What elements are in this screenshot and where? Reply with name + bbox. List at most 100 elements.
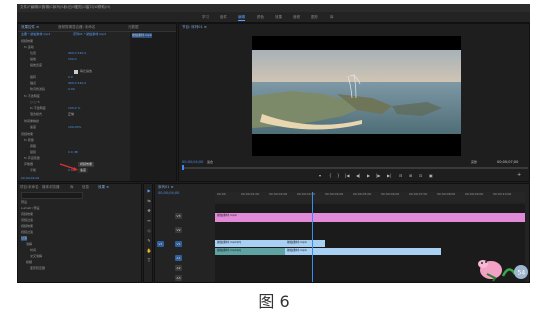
type-tool-icon[interactable]: T [145, 258, 152, 263]
source-patch-v1[interactable]: V1 [157, 241, 164, 247]
go-to-in-button[interactable]: |◀ [345, 173, 349, 178]
tab-metadata[interactable]: 元数据 [128, 25, 139, 30]
export-frame-button[interactable]: ⊡ [419, 173, 422, 178]
position-value[interactable]: 960.0 540.0 [68, 51, 86, 56]
blend-mode-value[interactable]: 正常 [68, 112, 74, 117]
effects-item[interactable]: 时间 [30, 248, 36, 253]
a1-clip-b[interactable]: 航拍素材.mp4 [285, 248, 441, 255]
effects-subfolder[interactable]: 模糊 [26, 260, 32, 265]
anchor-value[interactable]: 960.0 540.0 [68, 81, 86, 86]
go-to-out-button[interactable]: ▶| [387, 173, 391, 178]
workspace-assembly[interactable]: 组件 [220, 14, 227, 20]
effects-folder-selected[interactable]: 过渡 [21, 236, 28, 241]
play-button[interactable]: ▶ [367, 173, 370, 178]
razor-tool-icon[interactable]: ◇ [145, 228, 152, 233]
program-monitor-title[interactable]: 节目: 序列01 ≡ [182, 25, 207, 30]
track-name-v1[interactable]: V1 [175, 241, 182, 247]
tab-effect-controls[interactable]: 效果控件 ≡ [21, 25, 39, 30]
workspace-color[interactable]: 颜色 [257, 14, 264, 20]
sequence-label[interactable]: 序列01 * 航拍素材.mp4 [73, 32, 106, 37]
menu-file[interactable]: 文件(F) [20, 5, 32, 10]
bypass-label: 旁路 [30, 144, 37, 148]
tab-media-browser[interactable]: 媒体浏览器 [42, 185, 60, 190]
opacity-mask-icons: ○ □ ✎ [30, 100, 40, 104]
effects-folder[interactable]: 音频效果 [21, 212, 33, 217]
tab-effects[interactable]: 效果 ≡ [98, 185, 109, 190]
program-playhead[interactable] [182, 165, 184, 170]
step-forward-button[interactable]: |▶ [376, 173, 380, 178]
effects-search-input[interactable] [21, 192, 83, 199]
pink-clip-v3[interactable]: 航拍素材.mp4 [215, 213, 525, 222]
track-select-tool-icon[interactable]: ⇆ [145, 198, 152, 203]
rotation-value[interactable]: 0.0 [68, 75, 73, 80]
effects-folder[interactable]: Lumetri 预设 [21, 206, 40, 211]
uniform-scale-checkbox[interactable] [74, 70, 78, 74]
step-back-button[interactable]: ◀| [356, 173, 360, 178]
source-label[interactable]: 主要 * 航拍素材.mp4 [21, 32, 50, 37]
effect-dropdown[interactable]: 视频效果 [78, 162, 95, 167]
resolution-dropdown[interactable]: 完整 [471, 160, 477, 165]
timeline-timecode[interactable]: 00;00;04;00 [158, 191, 179, 196]
fit-dropdown[interactable]: 适合 [207, 160, 213, 165]
slip-tool-icon[interactable]: ↔ [145, 218, 152, 223]
selection-tool-icon[interactable]: ▶ [145, 188, 152, 193]
lift-button[interactable]: ⊟ [399, 173, 402, 178]
panner-label[interactable]: 声像器 [24, 162, 33, 167]
workspace-learn[interactable]: 学习 [202, 14, 209, 20]
timeline-panel: 序列01 ≡ 00;00;04;00 00;00 00;00;01;00 00;… [154, 183, 530, 283]
red-arrow-annotation [59, 163, 78, 171]
tab-info[interactable]: 信息 [82, 185, 89, 190]
effects-folder[interactable]: 视频过渡 [21, 230, 33, 235]
track-name-a1[interactable]: A1 [175, 255, 182, 261]
add-button[interactable]: + [517, 173, 521, 178]
pen-tool-icon[interactable]: ✎ [145, 238, 152, 243]
motion-label[interactable]: fx 运动 [24, 45, 34, 50]
level-value[interactable]: 0.0 dB [68, 150, 78, 155]
comparison-view-button[interactable]: ▣ [429, 173, 433, 178]
opacity-value[interactable]: 100.0 % [68, 106, 80, 111]
mark-in-button[interactable]: { [329, 173, 332, 178]
effects-subfolder[interactable]: 溶解 [26, 242, 32, 247]
workspace-graphics[interactable]: 图形 [311, 14, 318, 20]
anchor-label: 锚点 [30, 81, 37, 85]
track-name-v3[interactable]: V3 [175, 213, 182, 219]
time-remap-label[interactable]: 时间重映射 [24, 119, 39, 124]
timeline-title[interactable]: 序列01 ≡ [158, 185, 174, 190]
channel-volume-label[interactable]: fx 声道音量 [24, 156, 40, 161]
flicker-value[interactable]: 0.00 [68, 87, 75, 92]
speed-value[interactable]: 100.00% [68, 125, 81, 130]
timeline-ruler[interactable]: 00;00 00;00;01;00 00;00;02;00 00;00;03;0… [215, 192, 525, 202]
hand-tool-icon[interactable]: ✋ [145, 248, 152, 253]
add-marker-button[interactable]: ▾ [319, 173, 321, 178]
workspace-editing[interactable]: 编辑 [238, 14, 245, 21]
program-timecode-left[interactable]: 00;00;04;00 [182, 160, 203, 165]
effects-item[interactable]: 变形稳定器 [30, 266, 45, 271]
opacity-label[interactable]: fx 不透明度 [24, 94, 40, 99]
tab-libraries[interactable]: 库 [70, 185, 74, 190]
v1-clip-b[interactable]: 航拍素材.mp4 [285, 240, 325, 247]
extract-button[interactable]: ⊞ [409, 173, 412, 178]
v1-clip-a[interactable]: 航拍素材.mp4[V] [215, 240, 285, 247]
scale-value[interactable]: 100.0 [68, 57, 77, 62]
effects-folder[interactable]: 音频过渡 [21, 218, 33, 223]
workspace-effects[interactable]: 效果 [275, 14, 282, 20]
effects-folder[interactable]: 视频效果 [21, 224, 33, 229]
menu-help[interactable]: 帮助(H) [98, 5, 110, 10]
track-name-v2[interactable]: V2 [175, 227, 182, 233]
workspace-audio[interactable]: 音频 [293, 14, 300, 20]
aerial-coast-image [252, 36, 461, 156]
a1-clip-a[interactable]: 航拍素材.mp4[A] [215, 248, 285, 255]
mark-out-button[interactable]: } [337, 173, 340, 178]
effects-item[interactable]: 交叉溶解 [30, 254, 42, 259]
track-name-a3[interactable]: A3 [175, 275, 182, 281]
ec-timecode[interactable]: 00;00;04;00 [21, 176, 39, 181]
program-scrub-bar[interactable] [182, 167, 528, 169]
tab-project[interactable]: 项目:未命名 [20, 185, 39, 190]
tab-audio-mixer[interactable]: 音频剪辑混合器: 未命名 [58, 25, 95, 30]
timeline-playhead[interactable] [312, 192, 313, 282]
workspace-libraries[interactable]: 库 [330, 14, 334, 20]
effects-folder[interactable]: 预设 [21, 200, 27, 205]
ripple-tool-icon[interactable]: ✥ [145, 208, 152, 213]
track-name-a2[interactable]: A2 [175, 265, 182, 271]
volume-label[interactable]: fx 音量 [24, 138, 34, 143]
